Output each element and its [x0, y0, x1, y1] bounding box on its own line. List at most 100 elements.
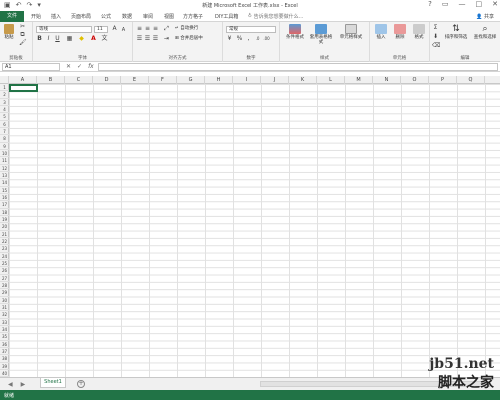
column-header[interactable]: I	[233, 76, 261, 84]
align-right-icon[interactable]: ☰	[152, 36, 159, 42]
orientation-icon[interactable]: ⤢	[163, 26, 170, 32]
row-header[interactable]: 30	[0, 297, 9, 304]
row-header[interactable]: 27	[0, 275, 9, 282]
row-header[interactable]: 37	[0, 348, 9, 356]
tab-review[interactable]: 审阅	[143, 13, 153, 20]
column-header[interactable]: A	[9, 76, 37, 84]
row-header[interactable]: 3	[0, 99, 9, 106]
format-painter-icon[interactable]: 🖌	[19, 40, 27, 46]
increase-decimal-icon[interactable]: .0	[254, 36, 261, 42]
fill-color-icon[interactable]: ◆	[78, 36, 85, 42]
row-header[interactable]: 17	[0, 201, 9, 209]
row-header[interactable]: 28	[0, 282, 9, 290]
column-header[interactable]: D	[93, 76, 121, 84]
row-header[interactable]: 24	[0, 253, 9, 260]
copy-icon[interactable]: ⧉	[19, 32, 26, 38]
row-header[interactable]: 31	[0, 304, 9, 312]
row-header[interactable]: 26	[0, 267, 9, 275]
row-header[interactable]: 40	[0, 370, 9, 377]
row-header[interactable]: 12	[0, 165, 9, 172]
merge-center-button[interactable]: ⊞ 合并后居中	[175, 36, 203, 41]
tab-diy-toolbox[interactable]: DIY工具箱	[215, 13, 238, 20]
column-header[interactable]: H	[205, 76, 233, 84]
formula-input[interactable]	[98, 63, 498, 71]
column-header[interactable]: P	[429, 76, 457, 84]
bold-button[interactable]: B	[36, 36, 43, 42]
column-header[interactable]: F	[149, 76, 177, 84]
insert-function-icon[interactable]: fx	[88, 63, 94, 70]
format-button[interactable]: 格式	[410, 24, 428, 40]
row-header[interactable]: 10	[0, 150, 9, 158]
column-header[interactable]: O	[401, 76, 429, 84]
indent-icon[interactable]: ⇥	[163, 36, 170, 42]
decrease-decimal-icon[interactable]: .00	[263, 36, 270, 42]
row-header[interactable]: 13	[0, 172, 9, 180]
row-header[interactable]: 39	[0, 363, 9, 370]
share-button[interactable]: 👤 共享	[476, 13, 494, 20]
align-left-icon[interactable]: ☰	[136, 36, 143, 42]
row-header[interactable]: 35	[0, 333, 9, 341]
tab-data[interactable]: 数据	[122, 13, 132, 20]
find-select-button[interactable]: ⌕ 查找和选择	[471, 24, 499, 40]
shrink-font-icon[interactable]: A	[120, 27, 127, 33]
row-header[interactable]: 4	[0, 106, 9, 114]
align-middle-icon[interactable]: ≡	[144, 26, 151, 32]
row-header[interactable]: 2	[0, 91, 9, 99]
cell-styles-button[interactable]: 单元格样式	[335, 24, 367, 40]
tab-view[interactable]: 视图	[164, 13, 174, 20]
align-center-icon[interactable]: ☰	[144, 36, 151, 42]
align-bottom-icon[interactable]: ≡	[152, 26, 159, 32]
row-header[interactable]: 21	[0, 231, 9, 238]
ribbon-display-icon[interactable]: ▭	[442, 0, 449, 8]
row-header[interactable]: 22	[0, 238, 9, 246]
tab-ffcell[interactable]: 方方格子	[183, 13, 203, 20]
tell-me-box[interactable]: ♁ 告诉我您想要做什么...	[248, 13, 303, 20]
row-header[interactable]: 34	[0, 326, 9, 334]
align-top-icon[interactable]: ≡	[136, 26, 143, 32]
help-icon[interactable]: ?	[428, 0, 432, 8]
column-header[interactable]: L	[317, 76, 345, 84]
conditional-format-button[interactable]: 条件格式	[282, 24, 308, 40]
cut-icon[interactable]: ✂	[19, 24, 26, 30]
grow-font-icon[interactable]: A	[111, 26, 118, 32]
font-name-select[interactable]: 等线	[36, 26, 92, 33]
column-header[interactable]: M	[345, 76, 373, 84]
row-header[interactable]: 16	[0, 194, 9, 202]
italic-button[interactable]: I	[45, 36, 52, 42]
add-sheet-icon[interactable]: +	[77, 380, 85, 388]
column-header[interactable]: K	[289, 76, 317, 84]
row-header[interactable]: 1	[0, 84, 9, 92]
row-header[interactable]: 32	[0, 311, 9, 319]
row-header[interactable]: 5	[0, 113, 9, 121]
column-header[interactable]: J	[261, 76, 289, 84]
maximize-icon[interactable]: □	[476, 0, 483, 8]
border-icon[interactable]: ▦	[66, 36, 73, 42]
name-box[interactable]: A1	[2, 63, 60, 71]
row-header[interactable]: 7	[0, 128, 9, 136]
row-header[interactable]: 20	[0, 223, 9, 231]
row-header[interactable]: 25	[0, 260, 9, 268]
wrap-text-button[interactable]: ↵ 自动换行	[175, 26, 198, 31]
row-header[interactable]: 38	[0, 355, 9, 363]
fill-icon[interactable]: ⬇	[432, 34, 439, 40]
row-header[interactable]: 15	[0, 187, 9, 194]
autosum-icon[interactable]: Σ	[432, 25, 439, 31]
enter-icon[interactable]: ✓	[77, 63, 82, 70]
column-header[interactable]: G	[177, 76, 205, 84]
phonetic-icon[interactable]: 文	[101, 36, 108, 42]
minimize-icon[interactable]: —	[459, 0, 466, 8]
cell-area[interactable]	[9, 84, 500, 377]
row-header[interactable]: 6	[0, 121, 9, 128]
column-header[interactable]: N	[373, 76, 401, 84]
row-header[interactable]: 33	[0, 319, 9, 326]
row-header[interactable]: 19	[0, 216, 9, 224]
comma-icon[interactable]: ,	[245, 36, 252, 42]
row-header[interactable]: 18	[0, 209, 9, 216]
delete-button[interactable]: 删除	[391, 24, 409, 40]
cancel-icon[interactable]: ✕	[66, 63, 71, 70]
sheet-tab-sheet1[interactable]: Sheet1	[40, 378, 66, 388]
select-all-corner[interactable]	[0, 76, 9, 84]
row-header[interactable]: 14	[0, 179, 9, 187]
underline-button[interactable]: U	[54, 36, 61, 42]
row-header[interactable]: 9	[0, 143, 9, 150]
